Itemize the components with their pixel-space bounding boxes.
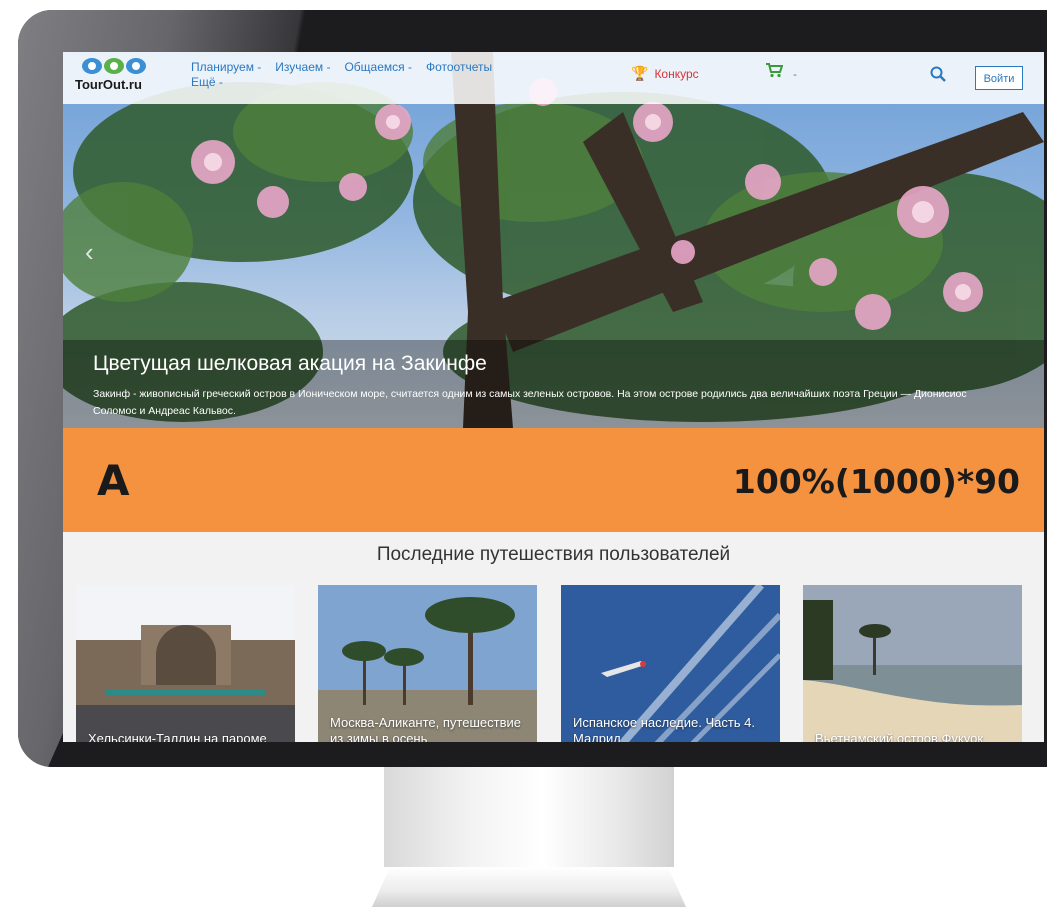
trip-title: Хельсинки-Таллин на пароме — [88, 731, 267, 742]
menu-photo-reports[interactable]: Фотоотчеты — [426, 60, 492, 74]
trip-card-madrid[interactable]: Испанское наследие. Часть 4. Мадрид — [561, 585, 780, 742]
latest-trips-heading: Последние путешествия пользователей — [376, 544, 731, 565]
banner-letter: A — [97, 456, 130, 505]
hero-slider[interactable]: ‹ Цветущая шелковая акация на Закинфе За… — [63, 52, 1044, 428]
contest-label: Конкурс — [654, 67, 699, 81]
trophy-icon: 🏆 — [631, 65, 649, 81]
main-menu: Планируем - Изучаем - Общаемся - Фотоотчеты… — [191, 60, 611, 90]
banner-size-label: 100%(1000)*90 — [732, 462, 1020, 501]
search-icon[interactable] — [930, 66, 946, 82]
top-navbar: TourOut.ru Планируем - Изучаем - Общаемся … — [63, 52, 1044, 104]
trip-card-alicante[interactable]: Москва-Аликанте, путешествие из зимы в о… — [318, 585, 537, 742]
cart-icon — [766, 63, 784, 78]
trip-title: Вьетнамский остров Фукуок — [815, 731, 984, 742]
monitor-stand-base — [372, 867, 686, 907]
hero-description: Закинф - живописный греческий остров в И… — [93, 388, 967, 417]
trip-image — [76, 585, 295, 742]
browser-screen: ‹ Цветущая шелковая акация на Закинфе За… — [63, 52, 1044, 742]
trip-card-helsinki[interactable]: Хельсинки-Таллин на пароме — [76, 585, 295, 742]
prev-arrow-icon[interactable]: ‹ — [85, 237, 94, 268]
monitor-bezel: ‹ Цветущая шелковая акация на Закинфе За… — [18, 10, 1047, 767]
trip-card-phuquoc[interactable]: Вьетнамский остров Фукуок — [803, 585, 1022, 742]
site-logo[interactable]: TourOut.ru — [75, 57, 165, 99]
menu-more[interactable]: Ещё - — [191, 75, 597, 90]
ad-banner-placeholder[interactable]: A 100%(1000)*90 — [63, 428, 1044, 532]
trip-cards: Хельсинки-Таллин на пароме Москва-Аликан… — [76, 585, 1036, 742]
login-button[interactable]: Войти — [975, 66, 1023, 90]
trip-image — [803, 585, 1022, 742]
contest-link[interactable]: 🏆 Конкурс — [631, 65, 699, 82]
hero-title[interactable]: Цветущая шелковая акация на Закинфе — [93, 352, 487, 376]
cart-caret: - — [793, 69, 797, 81]
trip-title: Москва-Аликанте, путешествие из зимы в о… — [330, 715, 521, 742]
hero-caption: Цветущая шелковая акация на Закинфе Заки… — [63, 340, 1044, 428]
logo-bubbles-icon — [82, 58, 146, 74]
monitor-stand-neck — [384, 767, 674, 867]
logo-text: TourOut.ru — [75, 77, 142, 92]
menu-plan[interactable]: Планируем - — [191, 60, 261, 74]
cart-dropdown[interactable]: - — [765, 62, 797, 82]
trip-title: Испанское наследие. Часть 4. Мадрид — [573, 715, 756, 742]
menu-explore[interactable]: Изучаем - — [275, 60, 330, 74]
menu-communicate[interactable]: Общаемся - — [344, 60, 412, 74]
